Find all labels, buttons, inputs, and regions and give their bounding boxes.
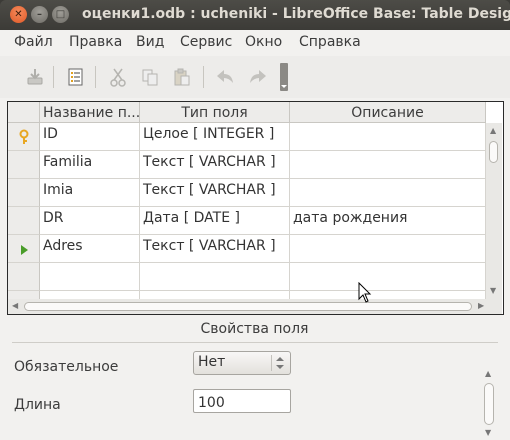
save-icon [27, 69, 43, 85]
edit-table-button[interactable] [63, 65, 89, 89]
field-grid: Название п... Тип поля Описание ID Целое… [7, 101, 504, 315]
required-select-value: Нет [198, 354, 226, 370]
menu-bar: Файл Правка Вид Сервис Окно Справка [0, 30, 510, 56]
edit-table-icon [68, 68, 83, 86]
save-button[interactable] [22, 65, 48, 89]
row-header[interactable] [8, 235, 40, 263]
toolbar-overflow-handle[interactable] [280, 63, 288, 91]
column-header-field-name[interactable]: Название п... [40, 102, 140, 123]
column-header-field-type[interactable]: Тип поля [140, 102, 290, 123]
row-header[interactable] [8, 207, 40, 235]
field-type-cell[interactable]: Текст [ VARCHAR ] [140, 151, 290, 179]
scroll-right-arrow-icon[interactable]: ▶ [478, 302, 484, 310]
key-icon [19, 129, 29, 144]
menu-edit[interactable]: Правка [69, 34, 122, 50]
field-type-cell[interactable]: Дата [ DATE ] [140, 207, 290, 235]
field-description-cell[interactable] [290, 179, 486, 207]
length-label: Длина [14, 397, 61, 413]
properties-scroll-thumb[interactable] [484, 383, 494, 425]
field-properties-body: Обязательное Нет Длина ▲ ▼ [7, 345, 502, 440]
scroll-left-arrow-icon[interactable]: ◀ [12, 302, 18, 310]
close-window-button[interactable]: ✕ [10, 6, 27, 23]
column-header-description[interactable]: Описание [290, 102, 486, 123]
field-type-cell[interactable]: Текст [ VARCHAR ] [140, 179, 290, 207]
select-spinner-icon [276, 357, 284, 369]
title-bar[interactable]: ✕ – □ оценки1.odb : ucheniki - LibreOffi… [0, 0, 510, 30]
menu-file[interactable]: Файл [14, 34, 53, 50]
undo-icon [217, 70, 233, 83]
field-description-cell[interactable] [290, 123, 486, 151]
row-header[interactable] [8, 179, 40, 207]
undo-button[interactable] [212, 65, 238, 89]
paste-button[interactable] [169, 65, 195, 89]
toolbar [0, 56, 510, 99]
menu-window[interactable]: Окно [245, 34, 282, 50]
maximize-window-button[interactable]: □ [52, 6, 69, 23]
toolbar-separator [53, 66, 54, 88]
field-properties-title: Свойства поля [200, 321, 309, 337]
required-select[interactable]: Нет [193, 351, 291, 375]
field-type-cell[interactable] [140, 263, 290, 291]
properties-scrollbar[interactable]: ▲ ▼ [480, 367, 498, 440]
toolbar-separator [203, 66, 204, 88]
minimize-icon: – [37, 9, 42, 20]
scroll-down-arrow-icon[interactable]: ▼ [485, 429, 491, 437]
field-name-cell[interactable]: Imia [40, 179, 140, 207]
scroll-down-arrow-icon[interactable]: ▼ [490, 287, 496, 295]
redo-icon [250, 70, 266, 83]
divider [271, 355, 272, 371]
required-label: Обязательное [14, 359, 119, 375]
field-description-cell[interactable] [290, 151, 486, 179]
horizontal-scroll-thumb[interactable] [24, 302, 472, 311]
minimize-window-button[interactable]: – [31, 6, 48, 23]
menu-help[interactable]: Справка [299, 34, 361, 50]
cut-icon [110, 68, 126, 87]
horizontal-scrollbar[interactable]: ◀ ▶ [8, 299, 502, 314]
cut-button[interactable] [105, 65, 131, 89]
mouse-cursor-icon [358, 282, 372, 303]
vertical-scroll-thumb[interactable] [489, 141, 498, 163]
length-input[interactable] [193, 389, 291, 413]
field-name-cell[interactable]: Familia [40, 151, 140, 179]
field-type-cell[interactable]: Текст [ VARCHAR ] [140, 235, 290, 263]
app-window: ✕ – □ оценки1.odb : ucheniki - LibreOffi… [0, 0, 510, 440]
copy-button[interactable] [137, 65, 163, 89]
copy-icon [142, 69, 158, 86]
scroll-up-arrow-icon[interactable]: ▲ [485, 370, 491, 378]
paste-icon [174, 68, 190, 86]
vertical-scrollbar[interactable]: ▲ ▼ [486, 123, 502, 299]
menu-tools[interactable]: Сервис [180, 34, 232, 50]
field-properties-pane: Свойства поля Обязательное Нет Длина ▲ ▼ [7, 317, 502, 440]
row-header[interactable] [8, 151, 40, 179]
field-name-cell[interactable]: DR [40, 207, 140, 235]
toolbar-separator [95, 66, 96, 88]
field-name-cell[interactable] [40, 263, 140, 291]
field-type-cell[interactable]: Целое [ INTEGER ] [140, 123, 290, 151]
row-header[interactable] [8, 123, 40, 151]
field-description-cell[interactable]: дата рождения [290, 207, 486, 235]
maximize-icon: □ [55, 9, 66, 20]
row-header-corner [8, 102, 40, 123]
field-name-cell[interactable]: ID [40, 123, 140, 151]
divider [12, 342, 498, 343]
field-description-cell[interactable] [290, 235, 486, 263]
redo-button[interactable] [245, 65, 271, 89]
field-name-cell[interactable]: Adres [40, 235, 140, 263]
menu-view[interactable]: Вид [136, 34, 164, 50]
field-description-cell[interactable] [290, 263, 486, 291]
current-row-arrow-icon [21, 245, 28, 255]
row-header[interactable] [8, 263, 40, 291]
scroll-up-arrow-icon[interactable]: ▲ [490, 127, 496, 135]
close-icon: ✕ [14, 9, 23, 20]
table-design-area: Название п... Тип поля Описание ID Целое… [0, 98, 510, 440]
window-title: оценки1.odb : ucheniki - LibreOffice Bas… [82, 6, 510, 22]
